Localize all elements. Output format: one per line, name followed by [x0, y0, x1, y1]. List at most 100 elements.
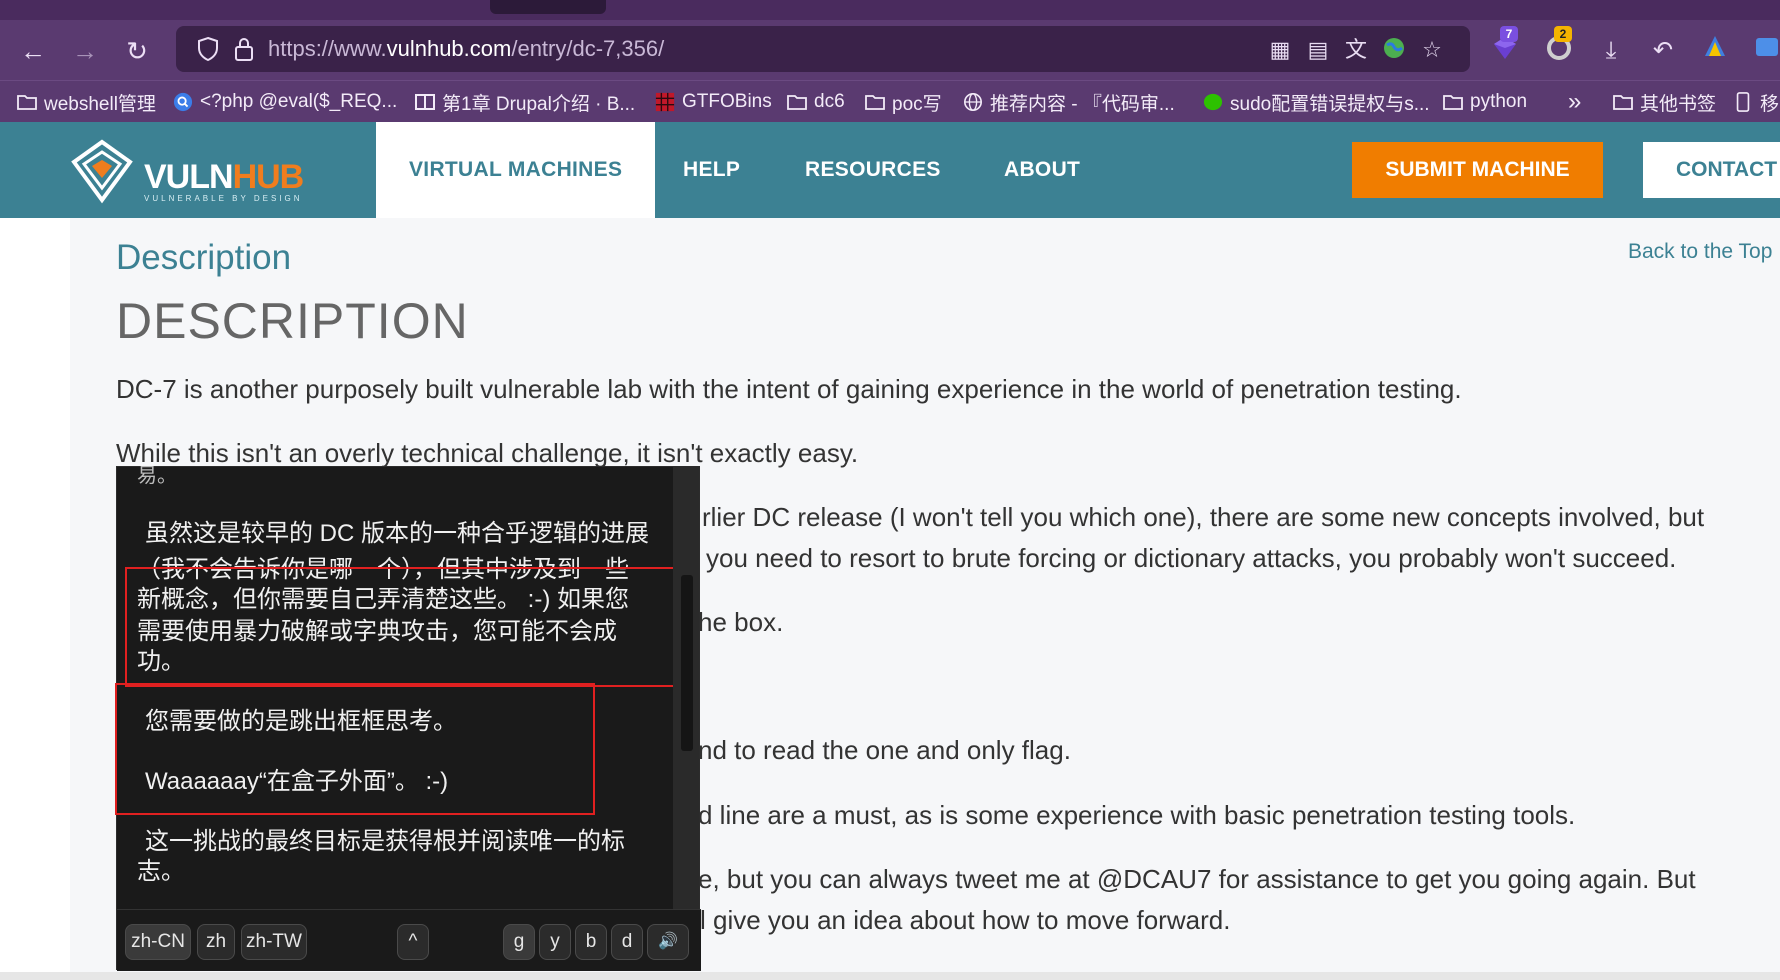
page-title: DESCRIPTION	[116, 293, 469, 349]
bookmark-label: GTFOBins	[682, 91, 772, 112]
folder-icon	[865, 95, 885, 110]
shield-icon[interactable]	[196, 35, 220, 63]
url-path: /entry/dc-7,356/	[511, 36, 665, 61]
description-paragraph: DC-7 is another purposely built vulnerab…	[116, 374, 1462, 404]
translate-extension-icon[interactable]	[1750, 34, 1780, 68]
nav-help[interactable]: HELP	[683, 122, 740, 218]
extension-badge: 7	[1500, 26, 1518, 42]
address-bar[interactable]: https://www.vulnhub.com/entry/dc-7,356/ …	[176, 26, 1470, 72]
scrollbar-thumb[interactable]	[681, 575, 693, 751]
wechat-icon	[1203, 93, 1223, 111]
globe-icon	[964, 93, 982, 111]
url-text[interactable]: https://www.vulnhub.com/entry/dc-7,356/	[268, 36, 664, 62]
grid-icon	[655, 92, 675, 112]
back-button[interactable]: ←	[16, 34, 50, 68]
reload-button[interactable]: ↻	[120, 34, 154, 68]
undo-icon[interactable]: ↶	[1646, 34, 1680, 68]
bookmark-label: python	[1470, 91, 1528, 112]
description-paragraph: he box.	[698, 607, 784, 637]
engine-yandex-button[interactable]: y	[539, 924, 571, 960]
lang-zh-cn-button[interactable]: zh-CN	[125, 924, 191, 960]
qr-code-icon[interactable]: ▦	[1266, 36, 1294, 64]
logo-mark-icon	[71, 139, 133, 204]
description-paragraph: d line are a must, as is some experience…	[698, 800, 1576, 830]
search-icon	[173, 92, 193, 112]
url-scheme: https://www.	[268, 36, 387, 61]
star-bookmark-icon[interactable]: ☆	[1418, 36, 1446, 64]
mobile-icon	[1736, 92, 1750, 112]
folder-icon	[1613, 95, 1633, 110]
browser-tab[interactable]	[490, 0, 606, 14]
section-title: Description	[116, 238, 292, 277]
book-icon	[415, 94, 435, 110]
popup-scrollbar[interactable]	[673, 467, 699, 909]
bookmark-label: poc写	[892, 93, 942, 115]
engine-google-button[interactable]: g	[503, 924, 535, 960]
description-paragraph: While this isn't an overly technical cha…	[116, 438, 859, 468]
logo-main: VULN	[144, 158, 234, 196]
bookmark-label: 推荐内容 - 『代码审...	[990, 93, 1175, 115]
description-paragraph: l give you an idea about how to move for…	[700, 905, 1231, 935]
translation-popup[interactable]: 易。 虽然这是较早的 DC 版本的一种合乎逻辑的进展 （我不会告诉你是哪一个），…	[115, 465, 701, 971]
page-gutter	[0, 218, 70, 980]
bookmark-folder[interactable]: webshell管理	[16, 89, 156, 115]
folder-icon	[787, 95, 807, 110]
logo-wordmark: VULNHUB	[144, 158, 305, 197]
bookmark-item[interactable]: <?php @eval($_REQ...	[172, 89, 397, 115]
translation-text: 易。	[137, 465, 177, 487]
bookmark-label: dc6	[814, 91, 845, 112]
nav-virtual-machines[interactable]: VIRTUAL MACHINES	[376, 122, 656, 218]
bookmark-item[interactable]: 推荐内容 - 『代码审...	[962, 89, 1175, 115]
logo-accent: HUB	[232, 158, 305, 196]
description-paragraph: e, but you can always tweet me at @DCAU7…	[698, 864, 1696, 894]
globe-extension-icon[interactable]	[1380, 36, 1408, 64]
site-header: VULNHUB VULNERABLE BY DESIGN VIRTUAL MAC…	[0, 122, 1780, 218]
bookmark-label: 第1章 Drupal介绍 · B...	[442, 93, 636, 115]
bookmark-item[interactable]: GTFOBins	[654, 89, 772, 115]
lang-zh-tw-button[interactable]: zh-TW	[241, 924, 307, 960]
description-paragraph: you need to resort to brute forcing or d…	[706, 543, 1677, 573]
engine-deepl-button[interactable]: d	[611, 924, 643, 960]
translate-icon[interactable]: 文	[1342, 36, 1370, 64]
bookmark-label: 其他书签	[1640, 93, 1717, 115]
horizontal-scrollbar[interactable]	[0, 972, 1780, 980]
bookmark-folder[interactable]: 其他书签	[1612, 89, 1716, 115]
bookmark-folder[interactable]: python	[1442, 89, 1527, 115]
extension-icon[interactable]	[1698, 34, 1732, 68]
bookmarks-bar: webshell管理 <?php @eval($_REQ... 第1章 Drup…	[0, 80, 1780, 122]
lock-icon[interactable]	[232, 35, 256, 63]
speaker-icon[interactable]: 🔊	[647, 924, 689, 960]
back-to-top-link[interactable]: Back to the Top	[1628, 240, 1772, 264]
url-domain: vulnhub.com	[386, 36, 512, 61]
bookmark-item[interactable]: sudo配置错误提权与s...	[1202, 89, 1430, 115]
highlight-box	[125, 567, 681, 687]
translation-text: 这一挑战的最终目标是获得根并阅读唯一的标	[145, 828, 625, 855]
bookmark-label: sudo配置错误提权与s...	[1230, 93, 1430, 115]
nav-about[interactable]: ABOUT	[1004, 122, 1080, 218]
logo-tagline: VULNERABLE BY DESIGN	[144, 194, 303, 203]
download-icon[interactable]: ⤓	[1594, 34, 1628, 68]
vulnhub-logo[interactable]: VULNHUB VULNERABLE BY DESIGN	[68, 138, 308, 204]
lang-zh-button[interactable]: zh	[197, 924, 235, 960]
engine-bing-button[interactable]: b	[575, 924, 607, 960]
bookmark-item[interactable]: 第1章 Drupal介绍 · B...	[414, 89, 635, 115]
translation-text: 虽然这是较早的 DC 版本的一种合乎逻辑的进展	[145, 520, 649, 547]
reader-view-icon[interactable]: ▤	[1304, 36, 1332, 64]
browser-titlebar	[0, 0, 1780, 20]
submit-machine-button[interactable]: SUBMIT MACHINE	[1352, 142, 1603, 198]
bookmark-label: 移动	[1760, 93, 1780, 115]
collapse-button[interactable]: ^	[397, 924, 429, 960]
bookmark-folder[interactable]: poc写	[864, 89, 942, 115]
description-paragraph: rlier DC release (I won't tell you which…	[702, 502, 1705, 532]
forward-button[interactable]: →	[68, 34, 102, 68]
bookmarks-overflow-button[interactable]: »	[1568, 88, 1581, 115]
description-paragraph: nd to read the one and only flag.	[698, 735, 1071, 765]
nav-resources[interactable]: RESOURCES	[805, 122, 941, 218]
bookmark-folder[interactable]: 移动	[1732, 89, 1780, 115]
highlight-box	[115, 683, 595, 815]
folder-icon	[17, 95, 37, 110]
bookmark-folder[interactable]: dc6	[786, 89, 845, 115]
bookmark-label: webshell管理	[44, 93, 156, 115]
contact-button[interactable]: CONTACT	[1643, 142, 1780, 198]
extension-badge: 2	[1554, 26, 1572, 42]
